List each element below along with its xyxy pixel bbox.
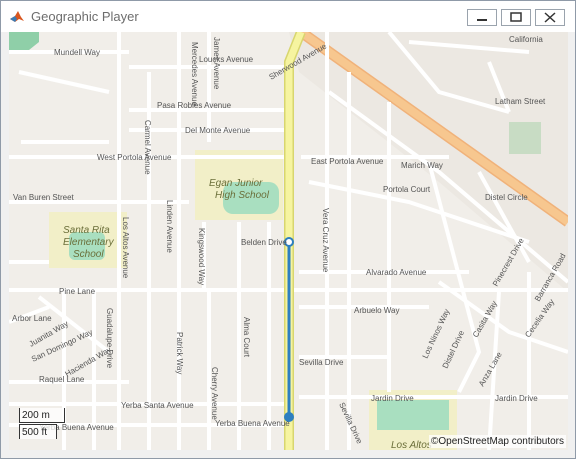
map-canvas: Mundell Way Loucks Avenue Pasa Robles Av…	[9, 32, 568, 450]
label-santa-rita-2: Elementary	[63, 237, 115, 248]
matlab-icon	[10, 11, 24, 22]
map-attribution[interactable]: ©OpenStreetMap contributors	[429, 435, 566, 448]
title-bar: Geographic Player	[1, 1, 575, 32]
label-del-monte: Del Monte Avenue	[185, 126, 251, 135]
label-loucks: Loucks Avenue	[199, 55, 254, 64]
label-kingswood: Kingswood Way	[197, 228, 206, 285]
label-raquel: Raquel Lane	[39, 375, 85, 384]
label-alvarado: Alvarado Avenue	[366, 268, 427, 277]
label-cherry: Cherry Avenue	[210, 367, 219, 420]
label-vera-cruz: Vera Cruz Avenue	[321, 208, 330, 273]
label-mundell: Mundell Way	[54, 48, 100, 57]
label-egan-2: High School	[215, 190, 270, 201]
label-east-portola: East Portola Avenue	[311, 157, 384, 166]
label-carmel: Carmel Avenue	[143, 120, 152, 175]
label-yerba-santa: Yerba Santa Avenue	[121, 401, 194, 410]
label-latham: Latham Street	[495, 97, 546, 106]
app-window: Geographic Player Mundell Way Loucks Ave…	[0, 0, 576, 459]
label-distel-circle: Distel Circle	[485, 193, 528, 202]
label-mercedes: Mercedes Avenue	[190, 42, 199, 106]
label-pine: Pine Lane	[59, 287, 96, 296]
map-view[interactable]: Mundell Way Loucks Avenue Pasa Robles Av…	[9, 32, 568, 450]
label-arbuelo: Arbuelo Way	[354, 306, 400, 315]
label-jardin: Jardin Drive	[371, 394, 414, 403]
label-california: California	[509, 35, 543, 44]
scale-imperial: 500 ft	[19, 424, 57, 439]
label-santa-rita-3: School	[73, 249, 104, 260]
scale-metric: 200 m	[19, 408, 65, 423]
maximize-button[interactable]	[501, 9, 531, 26]
label-los-altos-hs: Los Altos	[391, 440, 432, 450]
label-los-altos: Los Altos Avenue	[121, 217, 130, 279]
label-linden: Linden Avenue	[165, 200, 174, 253]
label-santa-rita-1: Santa Rita	[63, 225, 110, 236]
close-icon	[544, 12, 556, 23]
window-title: Geographic Player	[31, 9, 139, 24]
minimize-button[interactable]	[467, 9, 497, 26]
label-patrick: Patrick Way	[175, 332, 184, 374]
label-yerba-buena-2: Yerba Buena Avenue	[215, 419, 290, 428]
minimize-icon	[477, 19, 487, 21]
label-alma: Alma Court	[242, 317, 251, 358]
label-west-portola: West Portola Avenue	[97, 153, 172, 162]
close-button[interactable]	[535, 9, 565, 26]
label-james: James Avenue	[212, 37, 221, 90]
label-sevilla: Sevilla Drive	[299, 358, 344, 367]
label-arbor: Arbor Lane	[12, 314, 52, 323]
label-egan-1: Egan Junior	[209, 178, 263, 189]
label-portola-court: Portola Court	[383, 185, 431, 194]
label-guadalupe: Guadalupe Drive	[105, 308, 114, 369]
label-buren: Van Buren Street	[13, 193, 75, 202]
scale-bar: 200 m 500 ft	[19, 408, 67, 444]
label-jardin-2: Jardin Drive	[495, 394, 538, 403]
maximize-icon	[510, 12, 522, 22]
label-belden: Belden Drive	[241, 238, 287, 247]
label-marich: Marich Way	[401, 161, 443, 170]
